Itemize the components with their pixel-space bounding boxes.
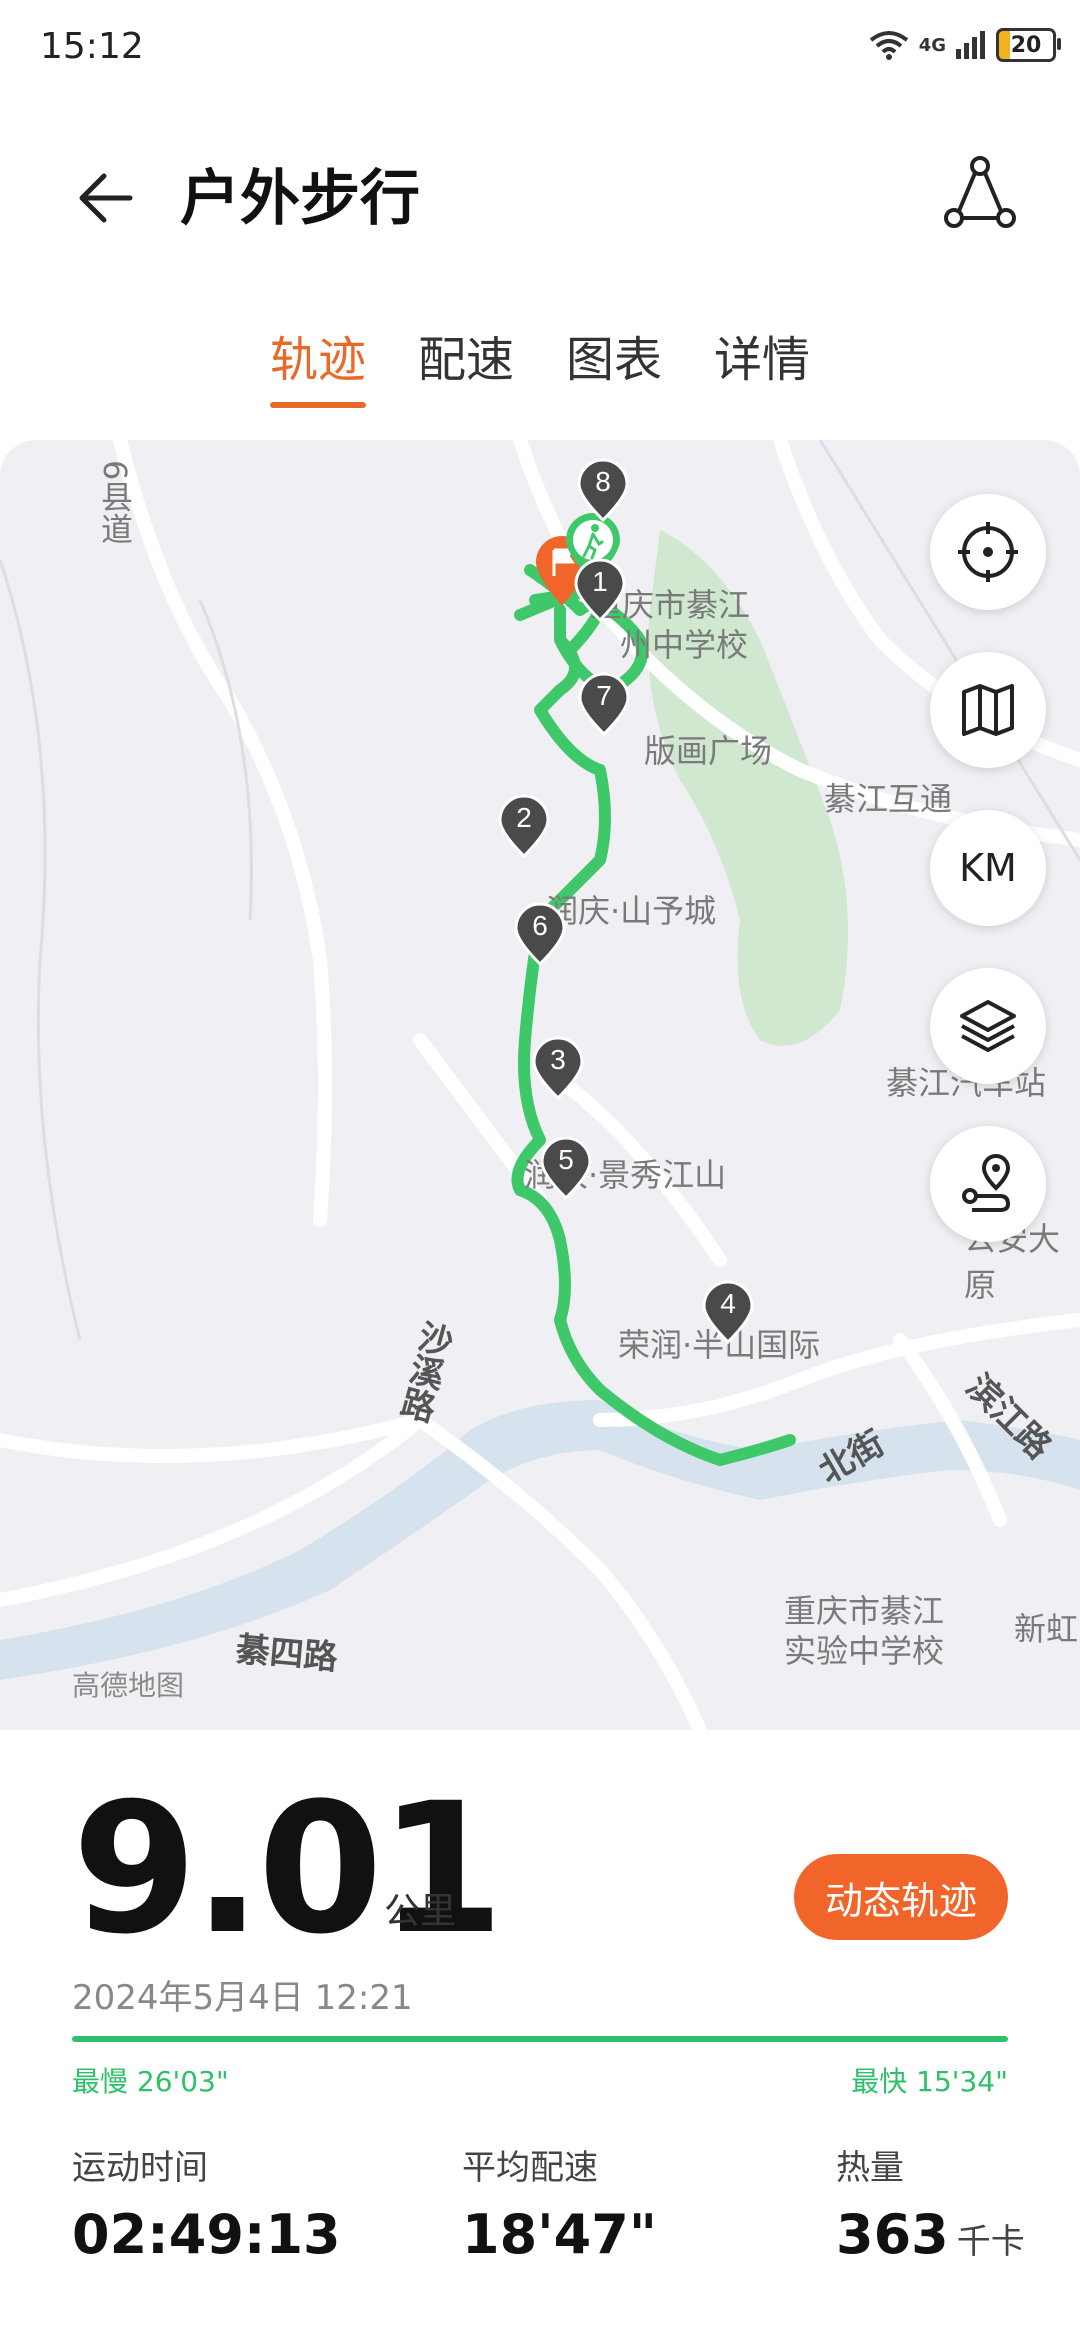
status-icons: 4G 20 (869, 28, 1061, 62)
km-marker-2: 2 (498, 794, 550, 859)
route-point-button[interactable] (930, 1126, 1046, 1242)
network-type: 4G (918, 34, 946, 56)
map-type-button[interactable] (930, 652, 1046, 768)
route-map[interactable]: 6县道 重庆市綦江 州中学校 版画广场 綦江互通 润庆·山予城 綦江汽车站 润庆… (0, 440, 1080, 1730)
workout-datetime: 2024年5月4日 12:21 (72, 1978, 413, 2018)
crosshair-icon (958, 522, 1018, 582)
stat-calories-unit: 千卡 (956, 2222, 1025, 2262)
km-marker-label: 8 (595, 466, 611, 497)
fastest-pace: 最快 15'34" (851, 2065, 1008, 2098)
tab-pace[interactable]: 配速 (418, 320, 514, 408)
map-label-school2-line2: 实验中学校 (784, 1632, 945, 1670)
km-marker-label: 5 (558, 1144, 574, 1175)
km-marker-label: 1 (592, 566, 608, 597)
km-marker-label: 7 (596, 680, 612, 711)
stat-duration-value: 02:49:13 (72, 2203, 341, 2266)
km-marker-label: 4 (720, 1288, 736, 1319)
back-arrow-icon[interactable] (70, 158, 150, 238)
stat-avg-pace-label: 平均配速 (462, 2148, 598, 2188)
distance-unit: 公里 (384, 1891, 457, 1932)
stat-calories-number: 363 (836, 2203, 949, 2266)
km-button[interactable]: KM (930, 810, 1046, 926)
km-marker-5: 5 (540, 1136, 592, 1201)
km-marker-3: 3 (532, 1036, 584, 1101)
km-marker-1: 1 (574, 558, 626, 623)
tab-details[interactable]: 详情 (714, 320, 810, 408)
layers-icon (960, 1000, 1016, 1052)
route-pin-icon (962, 1154, 1011, 1212)
tab-track[interactable]: 轨迹 (269, 320, 366, 408)
layers-button[interactable] (930, 968, 1046, 1084)
signal-icon (956, 31, 985, 59)
stat-calories: 热量 363 千卡 (836, 2140, 1025, 2266)
dynamic-track-button[interactable]: 动态轨迹 (794, 1854, 1008, 1940)
summary-panel: 9.01 公里 动态轨迹 2024年5月4日 12:21 最慢 26'03" 最… (0, 1730, 1080, 2340)
km-marker-6: 6 (514, 902, 566, 967)
stat-duration-label: 运动时间 (72, 2148, 208, 2188)
km-marker-7: 7 (578, 672, 630, 737)
status-time: 15:12 (40, 26, 144, 67)
map-icon (962, 684, 1014, 736)
stat-avg-pace-number: 18'47" (462, 2203, 657, 2266)
tab-chart[interactable]: 图表 (566, 320, 662, 408)
km-marker-8: 8 (577, 458, 629, 523)
km-marker-4: 4 (702, 1280, 754, 1345)
route-share-icon[interactable] (940, 152, 1020, 232)
map-label-city1: 润庆·山予城 (546, 892, 717, 930)
map-credit: 高德地图 (72, 1669, 185, 1702)
status-bar: 15:12 4G 20 (0, 0, 1080, 100)
map-label-road-qisi: 綦四路 (234, 1629, 340, 1679)
map-label-xinhong: 新虹 (1014, 1610, 1079, 1648)
stat-calories-value: 363 千卡 (836, 2203, 1025, 2266)
battery-icon: 20 (996, 28, 1061, 62)
stat-avg-pace: 平均配速 18'47" (462, 2140, 657, 2266)
pace-range-bar (72, 2036, 1008, 2042)
map-label-school1-line2: 州中学校 (620, 626, 749, 664)
wifi-icon (869, 31, 908, 60)
battery-level: 20 (1010, 32, 1042, 58)
map-label-plaza: 版画广场 (644, 732, 773, 770)
km-marker-label: 6 (532, 910, 548, 941)
stat-duration: 运动时间 02:49:13 (72, 2140, 341, 2266)
stat-duration-number: 02:49:13 (72, 2203, 341, 2266)
map-label-county-road: 6县道 (96, 460, 134, 545)
map-label-interchange: 綦江互通 (824, 780, 953, 818)
locate-button[interactable] (930, 494, 1046, 610)
km-label: KM (959, 846, 1017, 890)
page-title: 户外步行 (180, 164, 420, 234)
km-marker-label: 3 (550, 1044, 566, 1075)
stat-avg-pace-value: 18'47" (462, 2203, 657, 2266)
header: 户外步行 (0, 130, 1080, 250)
tab-bar: 轨迹 配速 图表 详情 (0, 320, 1080, 408)
stat-calories-label: 热量 (836, 2148, 904, 2188)
km-marker-label: 2 (516, 802, 532, 833)
slowest-pace: 最慢 26'03" (72, 2065, 229, 2098)
